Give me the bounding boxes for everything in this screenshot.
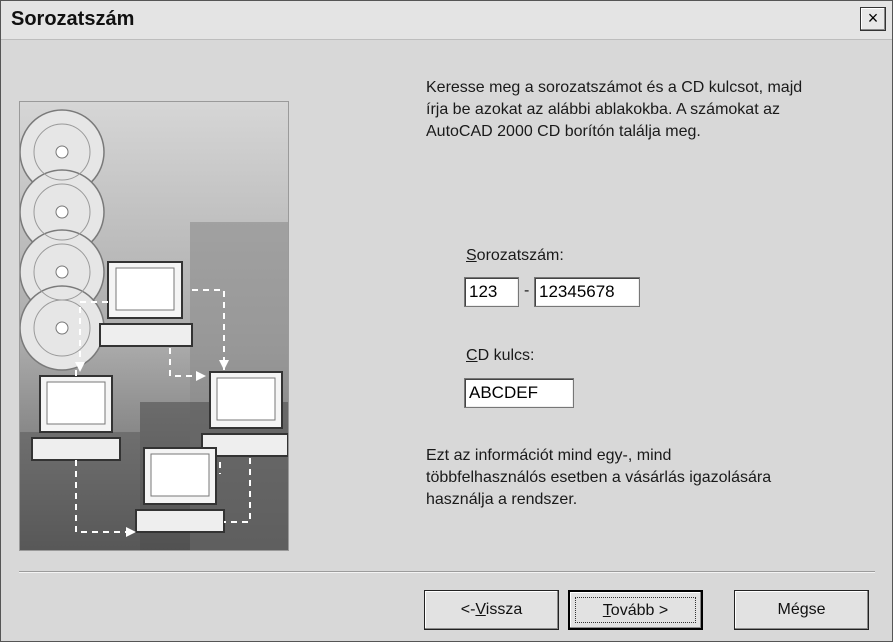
back-button-label: issza xyxy=(485,601,523,618)
next-button[interactable]: Tovább > xyxy=(568,590,703,630)
serial-number-dialog: Sorozatszám × Keresse meg a sorozatszámo… xyxy=(0,0,893,642)
cd-key-input[interactable] xyxy=(464,378,574,408)
close-button[interactable]: × xyxy=(860,7,886,31)
back-button-accelerator: V xyxy=(475,601,486,618)
serial-label-accelerator: S xyxy=(466,247,477,264)
serial-number-label: Sorozatszám: xyxy=(466,247,564,265)
instructions-text: Keresse meg a sorozatszámot és a CD kulc… xyxy=(426,79,803,140)
cd-key-label: CD kulcs: xyxy=(466,347,534,365)
network-illustration xyxy=(19,101,289,551)
back-button[interactable]: <-Vissza xyxy=(424,590,559,630)
cd-key-label-accelerator: C xyxy=(466,347,478,364)
focus-rectangle xyxy=(575,597,696,623)
cd-key-label-text: D kulcs: xyxy=(477,347,535,364)
title-bar: Sorozatszám × xyxy=(1,1,892,40)
serial-label-text: orozatszám: xyxy=(476,247,564,264)
cancel-button[interactable]: Mégse xyxy=(734,590,869,630)
close-icon: × xyxy=(867,8,879,28)
serial-part2-input[interactable] xyxy=(534,277,640,307)
back-button-prefix: <- xyxy=(460,601,476,618)
serial-separator: - xyxy=(524,282,530,299)
usage-note-text: Ezt az információt mind egy-, mind többf… xyxy=(426,447,772,508)
button-separator xyxy=(19,571,875,573)
serial-part1-input[interactable] xyxy=(464,277,519,307)
window-title: Sorozatszám xyxy=(11,8,135,30)
